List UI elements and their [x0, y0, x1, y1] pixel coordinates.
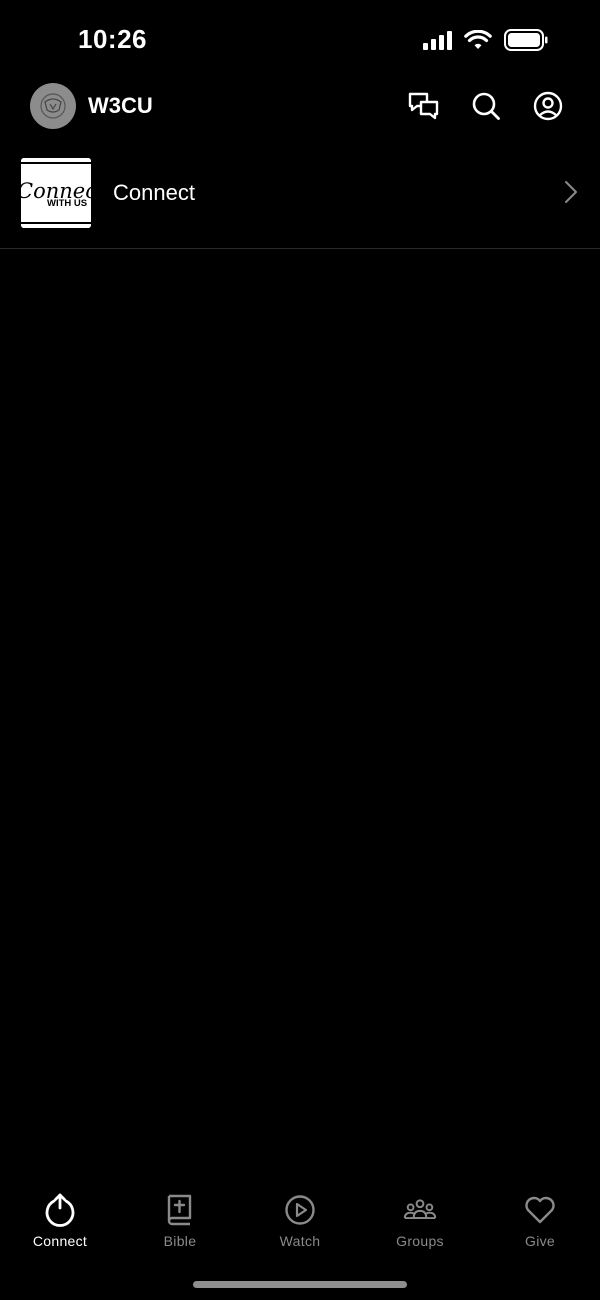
play-icon [283, 1193, 317, 1227]
app-title: W3CU [88, 93, 153, 118]
tab-groups-label: Groups [396, 1233, 444, 1249]
tab-watch-label: Watch [279, 1233, 321, 1249]
power-icon [43, 1193, 77, 1227]
tab-groups[interactable]: Groups [360, 1185, 480, 1260]
church-logo-icon [40, 93, 66, 119]
app-header: W3CU [0, 80, 600, 134]
battery-icon [504, 29, 548, 51]
groups-icon [403, 1193, 437, 1227]
tab-give-label: Give [525, 1233, 555, 1249]
heart-icon [523, 1193, 557, 1227]
chevron-right-icon [564, 180, 578, 209]
tab-connect[interactable]: Connect [0, 1185, 120, 1260]
status-time: 10:26 [78, 24, 147, 54]
tab-bible[interactable]: Bible [120, 1185, 240, 1260]
cellular-signal-icon [423, 30, 452, 50]
search-button[interactable] [470, 90, 502, 122]
connect-thumbnail: Connect WITH US [21, 158, 91, 228]
status-bar: 10:26 [0, 0, 600, 80]
messages-button[interactable] [408, 90, 440, 122]
wifi-icon [464, 29, 492, 49]
status-icons [423, 29, 548, 51]
list-item-connect[interactable]: Connect WITH US Connect [0, 150, 600, 249]
header-actions [408, 90, 564, 122]
bible-icon [163, 1193, 197, 1227]
profile-icon [533, 91, 563, 121]
home-indicator[interactable] [193, 1281, 407, 1288]
tab-bar: Connect Bible Watch Groups Give [0, 1185, 600, 1260]
svg-text:WITH US: WITH US [47, 198, 87, 209]
tab-bible-label: Bible [163, 1233, 197, 1249]
profile-button[interactable] [532, 90, 564, 122]
tab-watch[interactable]: Watch [240, 1185, 360, 1260]
list-item-label: Connect [113, 180, 195, 205]
messages-icon [408, 92, 439, 120]
tab-give[interactable]: Give [480, 1185, 600, 1260]
tab-connect-label: Connect [32, 1233, 88, 1249]
church-logo-avatar[interactable] [30, 83, 76, 129]
search-icon [472, 92, 500, 120]
connect-with-us-graphic: Connect WITH US [21, 158, 91, 228]
